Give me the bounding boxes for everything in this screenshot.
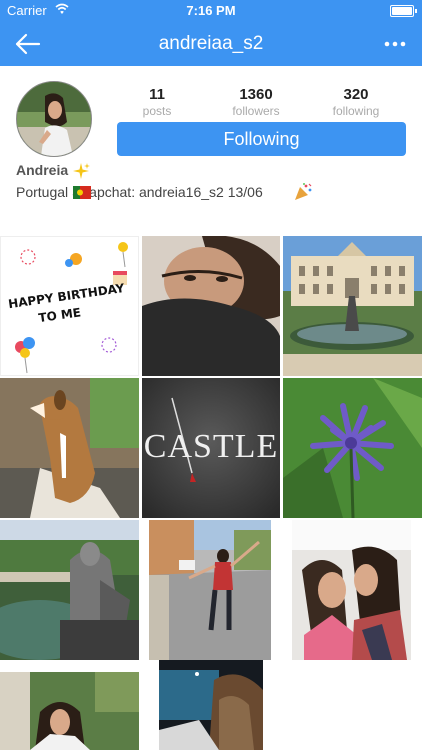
castle-photo[interactable]: CASTLE	[142, 378, 280, 518]
profile-header: 11 posts 1360 followers 320 following Fo…	[0, 66, 422, 234]
profile-name-row: Andreia	[16, 162, 91, 180]
portugal-flag-icon	[73, 186, 91, 199]
dog-photo[interactable]	[0, 378, 139, 518]
castle-logo-text: CASTLE	[143, 428, 279, 465]
following-button[interactable]: Following	[117, 122, 406, 156]
following-label: following	[332, 104, 380, 118]
purple-flower-photo[interactable]	[283, 378, 422, 518]
friends-photo[interactable]	[292, 520, 411, 660]
street-photo[interactable]	[149, 520, 271, 660]
garden-portrait-photo[interactable]	[0, 672, 139, 750]
photo-grid: HAPPY BIRTHDAY TO ME CASTLE	[0, 236, 422, 750]
profile-name: Andreia	[16, 162, 69, 178]
following-count: 320	[343, 86, 369, 103]
followers-label: followers	[232, 104, 280, 118]
posts-count: 11	[149, 86, 165, 103]
profile-bio: Portugal Snapchat: andreia16_s2 13/06	[16, 184, 263, 200]
followers-count: 1360	[239, 86, 273, 103]
battery-icon	[390, 5, 417, 17]
followers-stat[interactable]: 1360 followers	[206, 86, 306, 118]
status-bar: Carrier 7:16 PM	[0, 0, 422, 22]
more-dots-icon[interactable]	[384, 34, 406, 54]
pool-night-photo[interactable]	[159, 660, 263, 750]
posts-label: posts	[142, 104, 172, 118]
clock: 7:16 PM	[186, 3, 236, 18]
navigation-bar: andreiaa_s2	[0, 22, 422, 66]
fountain-statue-photo[interactable]	[0, 520, 139, 660]
palace-photo[interactable]	[283, 236, 422, 376]
posts-stat[interactable]: 11 posts	[107, 86, 207, 118]
happy-birthday-post[interactable]: HAPPY BIRTHDAY TO ME	[0, 236, 139, 376]
following-stat[interactable]: 320 following	[306, 86, 406, 118]
page-title: andreiaa_s2	[158, 33, 264, 54]
bio-text: Portugal Snapchat: andreia16_s2 13/06	[16, 184, 263, 200]
avatar[interactable]	[16, 81, 92, 157]
selfie-photo[interactable]	[142, 236, 280, 376]
party-popper-icon	[295, 183, 312, 200]
sparkles-icon	[73, 163, 91, 180]
